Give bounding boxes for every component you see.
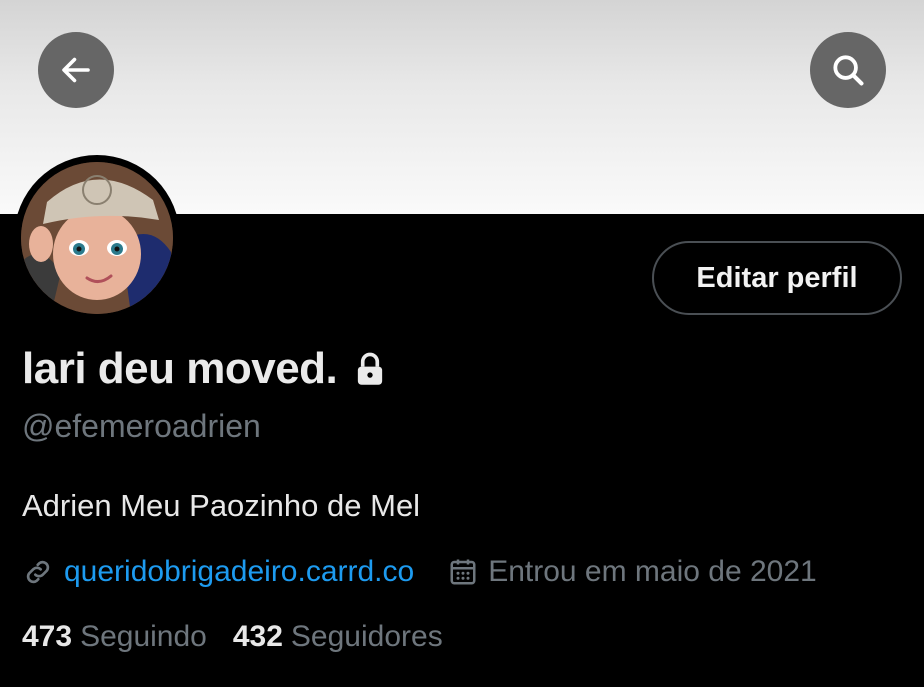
search-button[interactable] <box>810 32 886 108</box>
avatar[interactable] <box>14 155 180 321</box>
following-count: 473 <box>22 620 73 653</box>
followers-count: 432 <box>232 620 283 653</box>
profile-meta: queridobrigadeiro.carrd.co Entrou em mai… <box>22 555 817 589</box>
followers-link[interactable]: 432 Seguidores <box>233 620 443 654</box>
display-name: lari deu moved. <box>22 344 338 393</box>
bio: Adrien Meu Paozinho de Mel <box>22 488 421 523</box>
search-icon <box>833 55 864 86</box>
profile-stats: 473 Seguindo 432 Seguidores <box>22 620 443 654</box>
avatar-image <box>21 162 173 314</box>
back-button[interactable] <box>38 32 114 108</box>
calendar-icon <box>448 557 478 587</box>
lock-icon <box>358 352 383 385</box>
website-link[interactable]: queridobrigadeiro.carrd.co <box>64 555 414 589</box>
following-link[interactable]: 473 Seguindo <box>22 620 207 654</box>
followers-label: Seguidores <box>290 620 443 653</box>
name-row: lari deu moved. <box>22 344 385 394</box>
link-icon <box>22 556 54 588</box>
following-label: Seguindo <box>80 620 207 653</box>
arrow-left-icon <box>62 57 90 83</box>
edit-profile-button[interactable]: Editar perfil <box>652 241 902 315</box>
user-handle: @efemeroadrien <box>22 408 261 444</box>
join-date: Entrou em maio de 2021 <box>488 555 817 588</box>
